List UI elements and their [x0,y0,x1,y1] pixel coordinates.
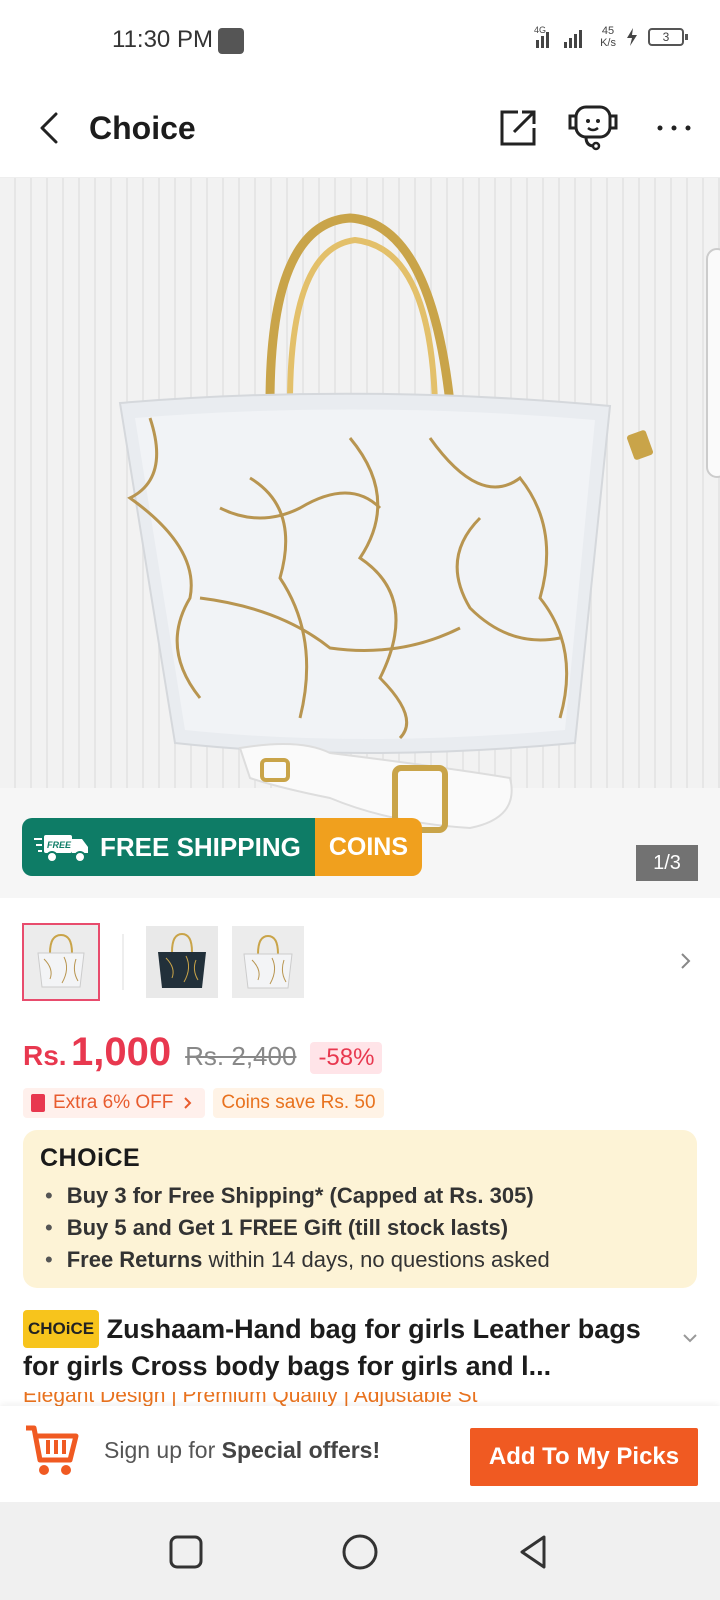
network-speed-value: 45 [601,25,615,37]
discount-badge: -58% [310,1042,383,1074]
thumbnail-divider [122,934,124,990]
free-shipping-label: FREE FREE SHIPPING [22,818,315,876]
benefit-item: Buy 5 and Get 1 FREE Gift (till stock la… [45,1212,550,1244]
top-app-bar: Choice [0,80,720,178]
feature-tags-text: Elegant Design | Premium Quality | Adjus… [23,1392,478,1406]
free-shipping-coins-banner: FREE FREE SHIPPING COINS [22,818,423,876]
benefit-bold-text: Free Returns [66,1247,203,1272]
bottom-action-bar: Sign up for Special offers! Add To My Pi… [0,1406,720,1502]
thumbnail-white-bag-selected[interactable] [22,923,100,1001]
network-speed: 45 K/s [600,25,616,49]
black-bag-thumbnail [146,926,218,998]
benefit-item: Free Returns within 14 days, no question… [45,1244,550,1276]
expand-title-button[interactable] [680,1330,700,1346]
customer-service-button[interactable] [566,102,620,152]
price-row: Rs. 1,000 Rs. 2,400 -58% [23,1030,383,1075]
back-nav-button[interactable] [514,1532,554,1572]
handbag-image [118,213,653,833]
more-icon [657,125,691,131]
free-shipping-text: FREE SHIPPING [100,831,301,862]
network-label: 4G [534,25,546,35]
extra-off-chip[interactable]: Extra 6% OFF [23,1088,206,1118]
extra-off-text: Extra 6% OFF [53,1092,174,1113]
back-button[interactable] [30,106,70,150]
benefit-bold-text: Buy 3 for Free Shipping* (Capped at Rs. … [66,1183,534,1208]
thumbnail-next-button[interactable] [676,946,696,976]
signup-bold: Special offers! [221,1437,381,1463]
status-time: 11:30 PM [112,26,213,53]
share-icon [500,110,536,146]
coins-save-chip[interactable]: Coins save Rs. 50 [213,1088,384,1118]
promo-row: Extra 6% OFF Coins save Rs. 50 [23,1088,384,1118]
home-icon [342,1534,378,1570]
product-image-carousel[interactable]: FREE FREE SHIPPING COINS 1/3 [0,178,720,898]
benefit-item: Buy 3 for Free Shipping* (Capped at Rs. … [45,1180,550,1212]
price-original: Rs. 2,400 [185,1041,297,1071]
price-value: 1,000 [71,1030,172,1074]
back-icon [520,1535,546,1569]
status-indicators: 4G 45 K/s 3 [534,24,688,50]
status-bar: 11:30 PM 4G 45 K/s 3 [0,0,720,80]
add-to-my-picks-button[interactable]: Add To My Picks [470,1428,698,1486]
signup-prefix: Sign up for [104,1437,222,1463]
price-current: Rs. 1,000 [23,1030,171,1075]
cart-button[interactable] [22,1420,82,1480]
thumbnail-black-bag[interactable] [146,926,218,998]
delivery-truck-icon: FREE [34,835,88,863]
image-counter: 1/3 [636,845,698,881]
benefit-rest-text: within 14 days, no questions asked [202,1247,550,1272]
feature-tags: Elegant Design | Premium Quality | Adjus… [23,1392,603,1406]
thumbnail-white-bag-alt[interactable] [232,926,304,998]
choice-benefits-card[interactable]: CHOiCE Buy 3 for Free Shipping* (Capped … [23,1130,697,1288]
product-title-text: Zushaam-Hand bag for girls Leather bags … [23,1314,641,1381]
chevron-right-icon [681,953,691,969]
choice-benefits-list: Buy 3 for Free Shipping* (Capped at Rs. … [45,1180,550,1276]
notification-app-icon [218,28,244,54]
more-options-button[interactable] [652,110,696,146]
next-image-peek [706,248,720,478]
page-title: Choice [89,110,196,146]
network-speed-unit: K/s [600,37,616,49]
recents-button[interactable] [166,1532,206,1572]
choice-badge: CHOiCE [23,1310,100,1348]
white-bag-alt-thumbnail [232,926,304,998]
share-button[interactable] [496,106,540,150]
signup-prompt[interactable]: Sign up for Special offers! [104,1437,380,1464]
chat-bot-icon [568,105,618,151]
chevron-right-icon [184,1097,192,1109]
price-currency: Rs. [23,1040,67,1071]
white-bag-thumbnail [24,925,98,999]
benefit-bold-text: Buy 5 and Get 1 FREE Gift (till stock la… [66,1215,509,1240]
home-button[interactable] [340,1532,380,1572]
recents-icon [169,1535,203,1569]
cart-icon [26,1425,79,1475]
chevron-down-icon [683,1334,697,1343]
product-title-block[interactable]: CHOiCE Zushaam-Hand bag for girls Leathe… [23,1310,673,1384]
battery-icon: 3 [648,28,688,46]
thumbnail-strip [0,898,720,1016]
signal-icon: 4G [534,25,583,48]
voucher-icon [31,1094,45,1112]
back-arrow-icon [40,112,58,144]
product-title: CHOiCE Zushaam-Hand bag for girls Leathe… [23,1310,673,1384]
charging-icon [627,28,637,46]
free-tag-label: FREE [47,840,72,850]
system-navigation-bar [0,1502,720,1600]
coins-label: COINS [314,818,423,876]
choice-logo: CHOiCE [40,1144,141,1172]
